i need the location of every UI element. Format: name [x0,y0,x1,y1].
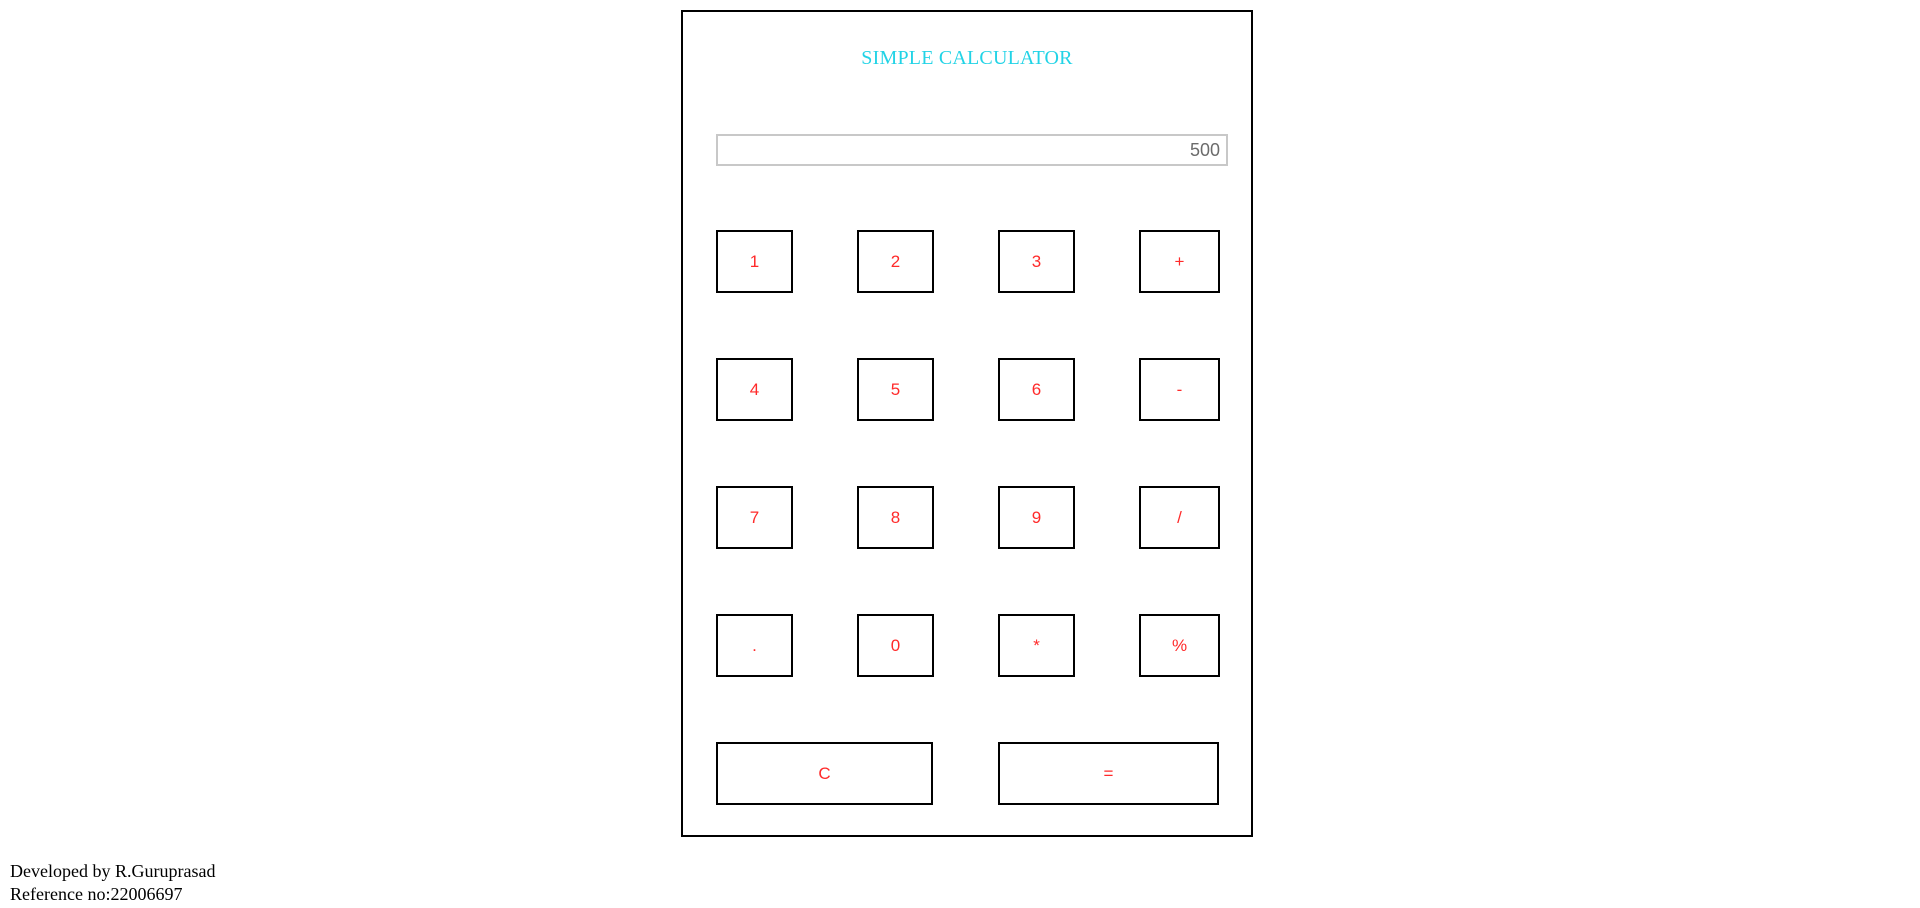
button-4[interactable]: 4 [716,358,793,421]
button-5[interactable]: 5 [857,358,934,421]
equals-button[interactable]: = [998,742,1219,805]
reference-number: Reference no:22006697 [10,884,183,904]
developer-credit: Developed by R.Guruprasad [10,861,216,881]
button-minus[interactable]: - [1139,358,1220,421]
button-3[interactable]: 3 [998,230,1075,293]
calculator-title: SIMPLE CALCULATOR [861,47,1073,69]
button-0[interactable]: 0 [857,614,934,677]
button-1[interactable]: 1 [716,230,793,293]
button-divide[interactable]: / [1139,486,1220,549]
button-7[interactable]: 7 [716,486,793,549]
button-6[interactable]: 6 [998,358,1075,421]
calculator-panel: SIMPLE CALCULATOR 1 2 3 + 4 5 6 - 7 8 9 … [681,10,1253,837]
clear-button[interactable]: C [716,742,933,805]
button-2[interactable]: 2 [857,230,934,293]
button-multiply[interactable]: * [998,614,1075,677]
button-percent[interactable]: % [1139,614,1220,677]
button-decimal[interactable]: . [716,614,793,677]
button-8[interactable]: 8 [857,486,934,549]
button-9[interactable]: 9 [998,486,1075,549]
button-plus[interactable]: + [1139,230,1220,293]
footer: Developed by R.Guruprasad Reference no:2… [10,860,215,906]
calculator-display[interactable] [716,134,1228,166]
